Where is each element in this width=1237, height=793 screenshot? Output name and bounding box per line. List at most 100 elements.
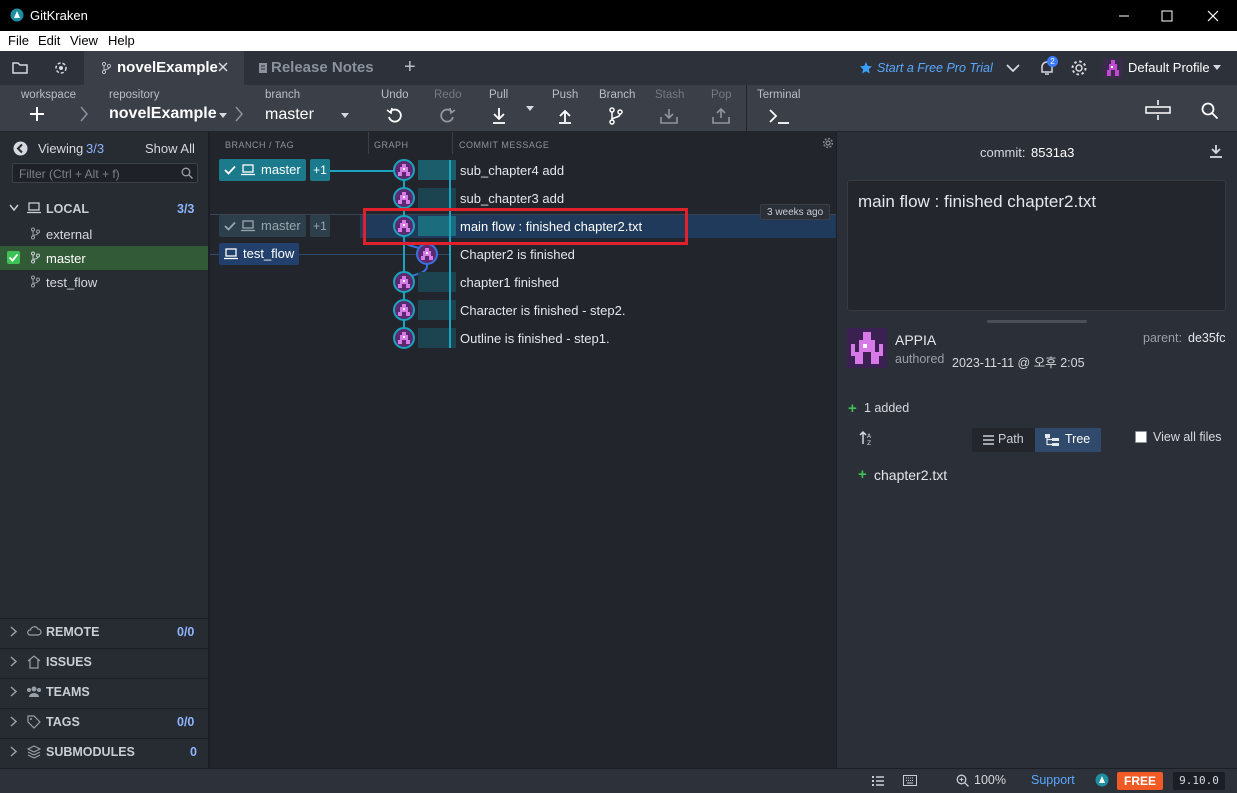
gear-icon[interactable] — [1070, 59, 1088, 77]
commit-message[interactable]: sub_chapter3 add — [460, 191, 564, 206]
parent-sha[interactable]: de35fc — [1188, 331, 1226, 345]
profile-name[interactable]: Default Profile — [1128, 60, 1210, 75]
menu-edit[interactable]: Edit — [38, 33, 60, 48]
pro-trial-link[interactable]: Start a Free Pro Trial — [877, 61, 993, 75]
branch-name[interactable]: master — [265, 106, 314, 124]
commit-message[interactable]: Character is finished - step2. — [460, 303, 625, 318]
commit-avatar-node[interactable] — [393, 271, 415, 293]
commit-message[interactable]: chapter1 finished — [460, 275, 559, 290]
show-all-button[interactable]: Show All — [145, 141, 195, 156]
changed-file[interactable]: chapter2.txt — [874, 467, 947, 483]
layout-icon[interactable] — [1145, 99, 1171, 121]
commit-avatar-node[interactable] — [393, 299, 415, 321]
menu-view[interactable]: View — [70, 33, 98, 48]
commit-avatar-node[interactable] — [416, 243, 438, 265]
pop-icon[interactable] — [711, 107, 731, 125]
push-icon[interactable] — [556, 107, 574, 125]
minimize-icon[interactable] — [1114, 6, 1134, 26]
chevron-right-icon — [10, 746, 18, 757]
undo-icon[interactable] — [386, 107, 404, 125]
free-plan-badge[interactable]: FREE — [1117, 772, 1163, 790]
view-all-files-checkbox[interactable] — [1135, 431, 1147, 443]
column-header-commit-message[interactable]: COMMIT MESSAGE — [459, 140, 549, 150]
commit-sha[interactable]: 8531a3 — [1031, 145, 1074, 160]
sidebar-branch-external[interactable]: external — [0, 222, 208, 246]
branch-badge-label: master — [261, 162, 301, 177]
support-link[interactable]: Support — [1031, 773, 1075, 787]
branch-badge-master-ghost[interactable]: master — [219, 215, 306, 237]
commit-message[interactable]: sub_chapter4 add — [460, 163, 564, 178]
branch-badge-master[interactable]: master — [219, 159, 306, 181]
commit-message-box[interactable]: main flow : finished chapter2.txt — [847, 180, 1226, 311]
red-highlight-box — [363, 208, 688, 245]
tab-release-notes[interactable]: Release Notes — [256, 51, 384, 85]
repo-caret-icon[interactable] — [219, 113, 227, 119]
chevron-right-icon — [10, 656, 18, 667]
stash-icon[interactable] — [659, 107, 679, 125]
profile-avatar[interactable] — [1103, 58, 1123, 78]
plus-one-badge[interactable]: +1 — [310, 159, 330, 181]
parent-label: parent: — [1143, 331, 1182, 345]
zoom-icon[interactable] — [956, 774, 969, 787]
local-title: LOCAL — [46, 202, 90, 216]
sidebar-branch-test-flow[interactable]: test_flow — [0, 270, 208, 294]
branch-badge-test-flow[interactable]: test_flow — [219, 243, 299, 265]
check-icon — [224, 220, 236, 232]
pull-options-caret-icon[interactable] — [526, 106, 534, 112]
tree-view-button[interactable]: Tree — [1035, 428, 1101, 452]
caret-down-icon[interactable] — [1213, 65, 1221, 71]
sort-az-icon[interactable]: AZ — [859, 430, 875, 446]
chevron-down-icon[interactable] — [1005, 62, 1021, 74]
repo-management-icon[interactable] — [52, 59, 70, 77]
redo-icon[interactable] — [438, 107, 456, 125]
check-icon — [224, 164, 236, 176]
keyboard-icon[interactable] — [903, 775, 917, 786]
menu-help[interactable]: Help — [108, 33, 135, 48]
create-branch-icon[interactable] — [608, 107, 624, 125]
view-all-files-label[interactable]: View all files — [1153, 430, 1222, 444]
submodules-section-header[interactable]: SUBMODULES 0 — [0, 740, 208, 764]
add-workspace-icon[interactable] — [30, 107, 44, 121]
pull-icon[interactable] — [490, 107, 508, 125]
column-header-graph[interactable]: GRAPH — [374, 140, 409, 150]
list-view-icon[interactable] — [872, 775, 884, 787]
repository-name[interactable]: novelExample — [109, 105, 217, 123]
push-label: Push — [552, 89, 579, 101]
commit-avatar-node[interactable] — [393, 187, 415, 209]
branch-label: branch — [265, 89, 301, 101]
terminal-icon[interactable] — [768, 107, 790, 125]
column-divider[interactable] — [368, 132, 369, 154]
commit-message[interactable]: Chapter2 is finished — [460, 247, 575, 262]
sidebar-branch-master[interactable]: master — [0, 246, 208, 270]
tags-section-header[interactable]: TAGS 0/0 — [0, 710, 208, 734]
commit-avatar-node[interactable] — [393, 159, 415, 181]
zoom-level[interactable]: 100% — [974, 773, 1006, 787]
filter-input[interactable]: Filter (Ctrl + Alt + f) — [12, 163, 198, 183]
column-header-branch-tag[interactable]: BRANCH / TAG — [225, 140, 294, 150]
search-icon[interactable] — [1201, 102, 1219, 120]
teams-section-header[interactable]: TEAMS — [0, 680, 208, 704]
maximize-icon[interactable] — [1157, 6, 1177, 26]
close-icon[interactable] — [1203, 6, 1223, 26]
commit-avatar-node[interactable] — [393, 327, 415, 349]
back-arrow-icon[interactable] — [13, 141, 28, 156]
plus-one-badge[interactable]: +1 — [310, 215, 330, 237]
new-tab-button[interactable]: + — [404, 56, 416, 79]
path-view-button[interactable]: Path — [972, 428, 1035, 452]
menu-file[interactable]: File — [8, 33, 29, 48]
issues-section-header[interactable]: ISSUES — [0, 650, 208, 674]
pop-label: Pop — [711, 89, 732, 101]
resize-handle[interactable] — [987, 320, 1087, 323]
local-section-header[interactable]: LOCAL 3/3 — [0, 198, 208, 220]
commit-message[interactable]: Outline is finished - step1. — [460, 331, 610, 346]
close-tab-icon[interactable] — [217, 61, 229, 73]
folder-icon[interactable] — [11, 60, 29, 76]
star-icon — [859, 61, 873, 75]
remote-section-header[interactable]: REMOTE 0/0 — [0, 620, 208, 644]
branch-caret-icon[interactable] — [341, 113, 349, 119]
tab-novelexample[interactable]: novelExample — [84, 51, 244, 85]
tree-label: Tree — [1065, 432, 1091, 446]
column-settings-gear-icon[interactable] — [822, 137, 834, 149]
download-icon[interactable] — [1209, 144, 1223, 158]
column-divider[interactable] — [452, 132, 453, 154]
